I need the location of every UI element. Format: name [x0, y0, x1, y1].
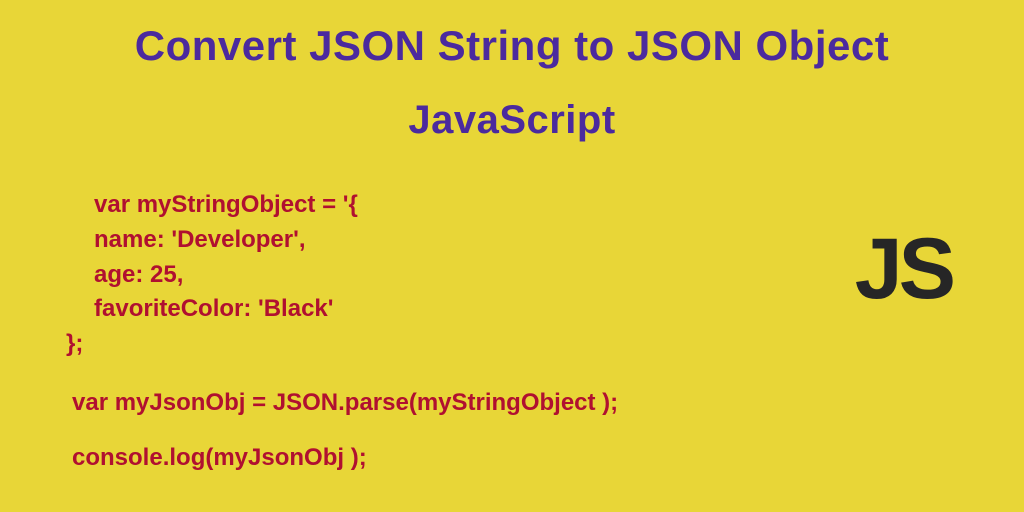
code-line: favoriteColor: 'Black': [80, 292, 770, 327]
code-block-parse: var myJsonObj = JSON.parse(myStringObjec…: [72, 386, 770, 421]
js-logo-badge: JS: [855, 220, 952, 319]
code-block-declaration: var myStringObject = '{ name: 'Developer…: [80, 188, 770, 362]
page-subtitle: JavaScript: [0, 70, 1024, 143]
code-block-log: console.log(myJsonObj );: [72, 441, 770, 476]
code-line: name: 'Developer',: [80, 223, 770, 258]
page-title: Convert JSON String to JSON Object: [0, 0, 1024, 70]
code-example-area: var myStringObject = '{ name: 'Developer…: [70, 188, 770, 476]
code-line: var myStringObject = '{: [80, 188, 770, 223]
code-line: };: [66, 327, 770, 362]
code-line: age: 25,: [80, 258, 770, 293]
